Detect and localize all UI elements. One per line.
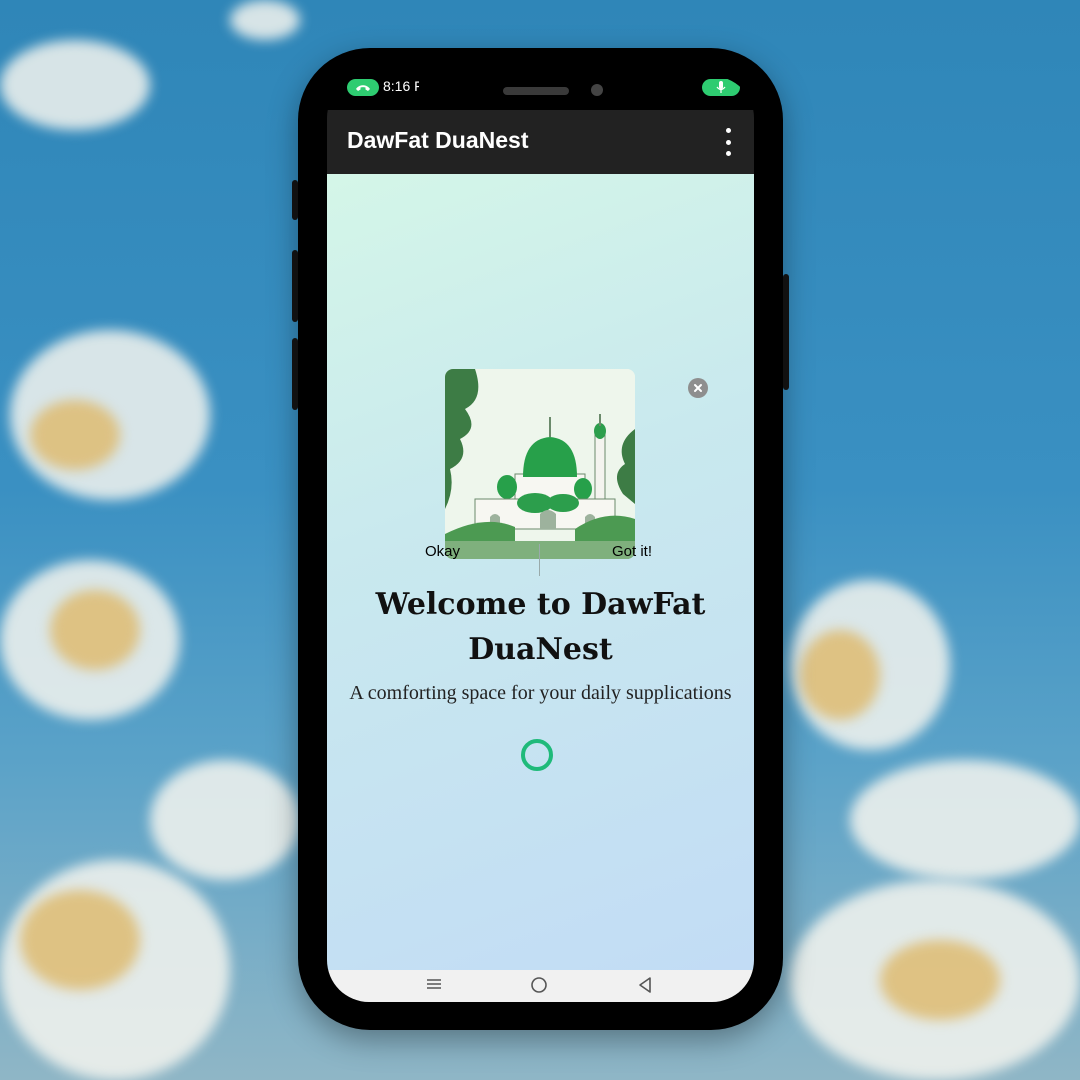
app-bar: DawFat DuaNest <box>327 110 754 174</box>
screen-notch <box>419 76 663 110</box>
menu-lines-icon[interactable] <box>425 976 443 995</box>
flower-blur <box>230 0 300 40</box>
status-time: 8:16 F <box>383 78 423 94</box>
phone-screen: 8:16 F DawFat DuaNest Okay Got it! Welco… <box>327 76 754 1002</box>
welcome-screen: Okay Got it! Welcome to DawFat DuaNest A… <box>327 174 754 970</box>
close-icon[interactable] <box>688 378 708 398</box>
flower-blur <box>800 630 880 720</box>
phone-volume-up-button <box>292 250 298 322</box>
phone-volume-down-button <box>292 338 298 410</box>
phone-icon[interactable] <box>347 79 379 96</box>
phone-frame: 8:16 F DawFat DuaNest Okay Got it! Welco… <box>292 48 789 1030</box>
flower-blur <box>150 760 300 880</box>
ad-button-divider <box>539 544 540 576</box>
more-vert-icon[interactable] <box>716 128 740 156</box>
welcome-subtitle: A comforting space for your daily suppli… <box>349 682 732 704</box>
mosque-logo-image <box>445 369 635 559</box>
flower-blur <box>0 40 150 130</box>
welcome-title: Welcome to DawFat DuaNest <box>375 587 706 667</box>
flower-blur <box>50 590 140 670</box>
flower-blur <box>880 940 1000 1020</box>
system-nav-bar <box>327 970 754 1002</box>
flower-blur <box>30 400 120 470</box>
app-title: DawFat DuaNest <box>347 127 529 153</box>
mic-icon[interactable] <box>702 79 740 96</box>
phone-side-button <box>292 180 298 220</box>
home-circle-icon[interactable] <box>530 976 548 998</box>
flower-blur <box>850 760 1080 880</box>
earpiece-speaker <box>503 87 569 95</box>
got-it-button[interactable]: Got it! <box>612 543 652 560</box>
phone-power-button <box>783 274 789 390</box>
loading-spinner <box>521 739 553 771</box>
back-triangle-icon[interactable] <box>637 976 653 998</box>
okay-button[interactable]: Okay <box>425 543 460 560</box>
front-camera <box>591 84 603 96</box>
flower-blur <box>20 890 140 990</box>
status-bar: 8:16 F <box>327 76 754 110</box>
